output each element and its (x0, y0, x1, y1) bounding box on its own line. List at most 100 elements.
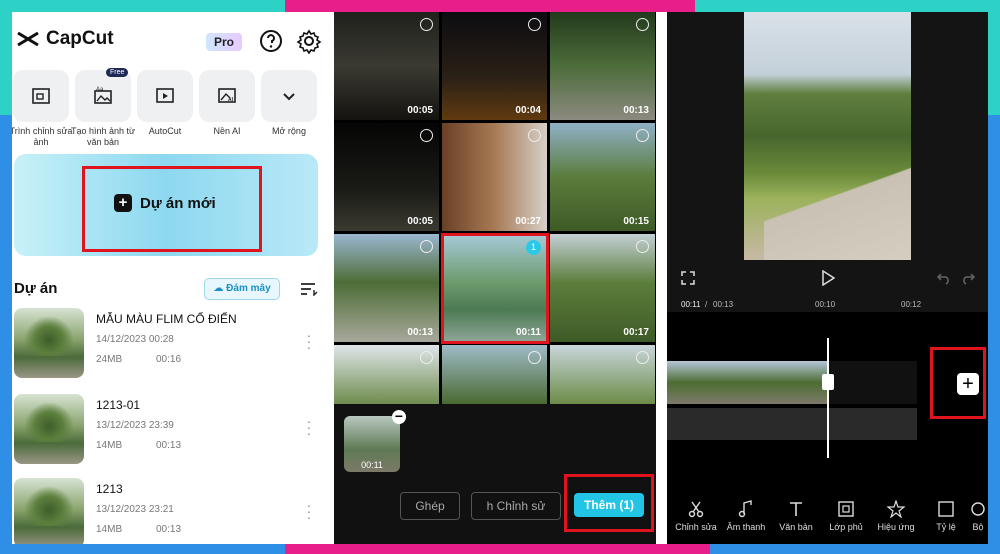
tool-overlay[interactable]: Lớp phủ (821, 500, 871, 532)
media-duration: 00:13 (623, 105, 649, 116)
select-circle-icon[interactable] (636, 18, 649, 31)
project-thumbnail (14, 308, 84, 378)
project-item[interactable]: MẪU MÀU FLIM CỔ ĐIỂN 14/12/2023 00:28 24… (12, 308, 332, 384)
tool-label: AutoCut (148, 126, 182, 136)
undo-icon[interactable] (937, 271, 951, 285)
media-cell[interactable]: 00:27 (442, 123, 547, 231)
select-circle-icon[interactable] (420, 18, 433, 31)
project-date: 13/12/2023 23:39 (96, 420, 174, 431)
media-duration: 00:05 (407, 105, 433, 116)
highlight-selected-media (441, 233, 549, 344)
text-to-image-icon: Aa (94, 87, 112, 104)
highlight-new-project (82, 166, 262, 252)
clip-handle[interactable] (822, 374, 834, 390)
media-picker: 00:05 00:04 00:13 00:05 00:27 00:15 00:1… (334, 12, 656, 544)
text-icon (790, 502, 802, 516)
project-size: 14MB (96, 440, 123, 451)
tool-label: Tạo hình ảnh từ văn bản (70, 126, 136, 147)
select-circle-icon[interactable] (528, 129, 541, 142)
media-cell[interactable] (442, 345, 547, 405)
tool-audio[interactable]: Âm thanh (721, 500, 771, 532)
media-cell[interactable]: 00:13 (334, 234, 439, 342)
select-circle-icon[interactable] (636, 240, 649, 253)
project-date: 14/12/2023 00:28 (96, 334, 174, 345)
media-cell[interactable] (334, 345, 439, 405)
tool-text-to-image[interactable]: Aa (75, 70, 131, 122)
pro-badge[interactable]: Pro (206, 33, 242, 51)
frame-bottom-right (710, 544, 1000, 554)
edit-button[interactable]: h Chỉnh sử (471, 492, 561, 520)
tool-label: Nền AI (213, 126, 241, 136)
media-cell[interactable] (550, 345, 655, 405)
media-cell[interactable]: 00:15 (550, 123, 655, 231)
media-duration: 00:27 (515, 216, 541, 227)
playhead[interactable] (827, 338, 829, 458)
frame-bottom-mid (285, 544, 710, 554)
tool-expand[interactable] (261, 70, 317, 122)
tool-label: Văn bản (779, 522, 813, 532)
project-thumbnail (14, 478, 84, 544)
media-cell[interactable]: 00:05 (334, 12, 439, 120)
tool-label: Mở rộng (272, 126, 306, 136)
fullscreen-icon[interactable] (681, 271, 695, 285)
tool-ai-background[interactable]: AI (199, 70, 255, 122)
tool-label: Bộ (972, 522, 984, 532)
media-duration: 00:15 (623, 216, 649, 227)
select-circle-icon[interactable] (528, 351, 541, 364)
more-options-icon[interactable]: · · · (306, 498, 312, 524)
frame-right-top (988, 0, 1000, 115)
merge-button[interactable]: Ghép (400, 492, 460, 520)
play-icon[interactable] (821, 270, 835, 286)
project-title: MẪU MÀU FLIM CỔ ĐIỂN (96, 312, 237, 326)
aspect-ratio-icon (938, 501, 954, 517)
media-cell[interactable]: 00:13 (550, 12, 655, 120)
frame-top-left (0, 0, 285, 12)
select-circle-icon[interactable] (420, 129, 433, 142)
tool-effects[interactable]: Hiệu ứng (871, 500, 921, 532)
sort-icon[interactable] (300, 282, 318, 296)
scissors-icon (688, 501, 704, 518)
video-clip-track[interactable] (667, 361, 827, 404)
app-name: CapCut (46, 28, 114, 49)
tool-more[interactable]: Bộ (963, 500, 988, 532)
tool-edit[interactable]: Chỉnh sửa (671, 500, 721, 532)
settings-gear-icon[interactable] (296, 28, 322, 54)
editor-screen: 00:11 / 00:13 00:10 00:12 + Chỉnh sửa Âm… (667, 12, 988, 544)
empty-clip-area (827, 361, 917, 404)
tool-label: Chỉnh sửa (675, 522, 717, 532)
help-icon[interactable] (258, 28, 284, 54)
select-circle-icon[interactable] (528, 18, 541, 31)
selected-thumbnail[interactable]: 00:11 (344, 416, 400, 472)
select-circle-icon[interactable] (636, 351, 649, 364)
project-item[interactable]: 1213-01 13/12/2023 23:39 14MB 00:13 · · · (12, 394, 332, 470)
more-options-icon[interactable]: · · · (306, 328, 312, 354)
audio-track[interactable] (667, 408, 917, 440)
frame-top-right (695, 0, 1000, 12)
tool-autocut[interactable] (137, 70, 193, 122)
media-cell[interactable]: 00:05 (334, 123, 439, 231)
project-thumbnail (14, 394, 84, 464)
media-cell[interactable]: 00:04 (442, 12, 547, 120)
time-total: 00:13 (713, 300, 734, 309)
home-screen: CapCut Pro Aa Free AI Trình chỉnh sửa ản… (12, 12, 332, 544)
time-current: 00:11 (681, 300, 701, 309)
svg-text:AI: AI (228, 97, 234, 103)
select-circle-icon[interactable] (636, 129, 649, 142)
free-badge: Free (106, 68, 129, 77)
select-circle-icon[interactable] (420, 351, 433, 364)
tool-text[interactable]: Văn bản (771, 500, 821, 532)
media-cell[interactable]: 00:17 (550, 234, 655, 342)
highlight-add-clip (930, 347, 986, 419)
redo-icon[interactable] (961, 271, 975, 285)
time-separator: / (705, 300, 708, 309)
more-options-icon[interactable]: · · · (306, 414, 312, 440)
ruler-mark: 00:10 (815, 300, 836, 309)
cloud-button[interactable]: ☁ Đám mây (204, 278, 280, 300)
select-circle-icon[interactable] (420, 240, 433, 253)
project-item[interactable]: 1213 13/12/2023 23:21 14MB 00:13 · · · (12, 478, 332, 544)
tool-photo-editor[interactable] (13, 70, 69, 122)
svg-text:Aa: Aa (96, 87, 104, 93)
tool-label: Tỷ lệ (936, 522, 956, 532)
ai-background-icon: AI (218, 88, 236, 103)
remove-icon[interactable]: − (392, 409, 406, 424)
